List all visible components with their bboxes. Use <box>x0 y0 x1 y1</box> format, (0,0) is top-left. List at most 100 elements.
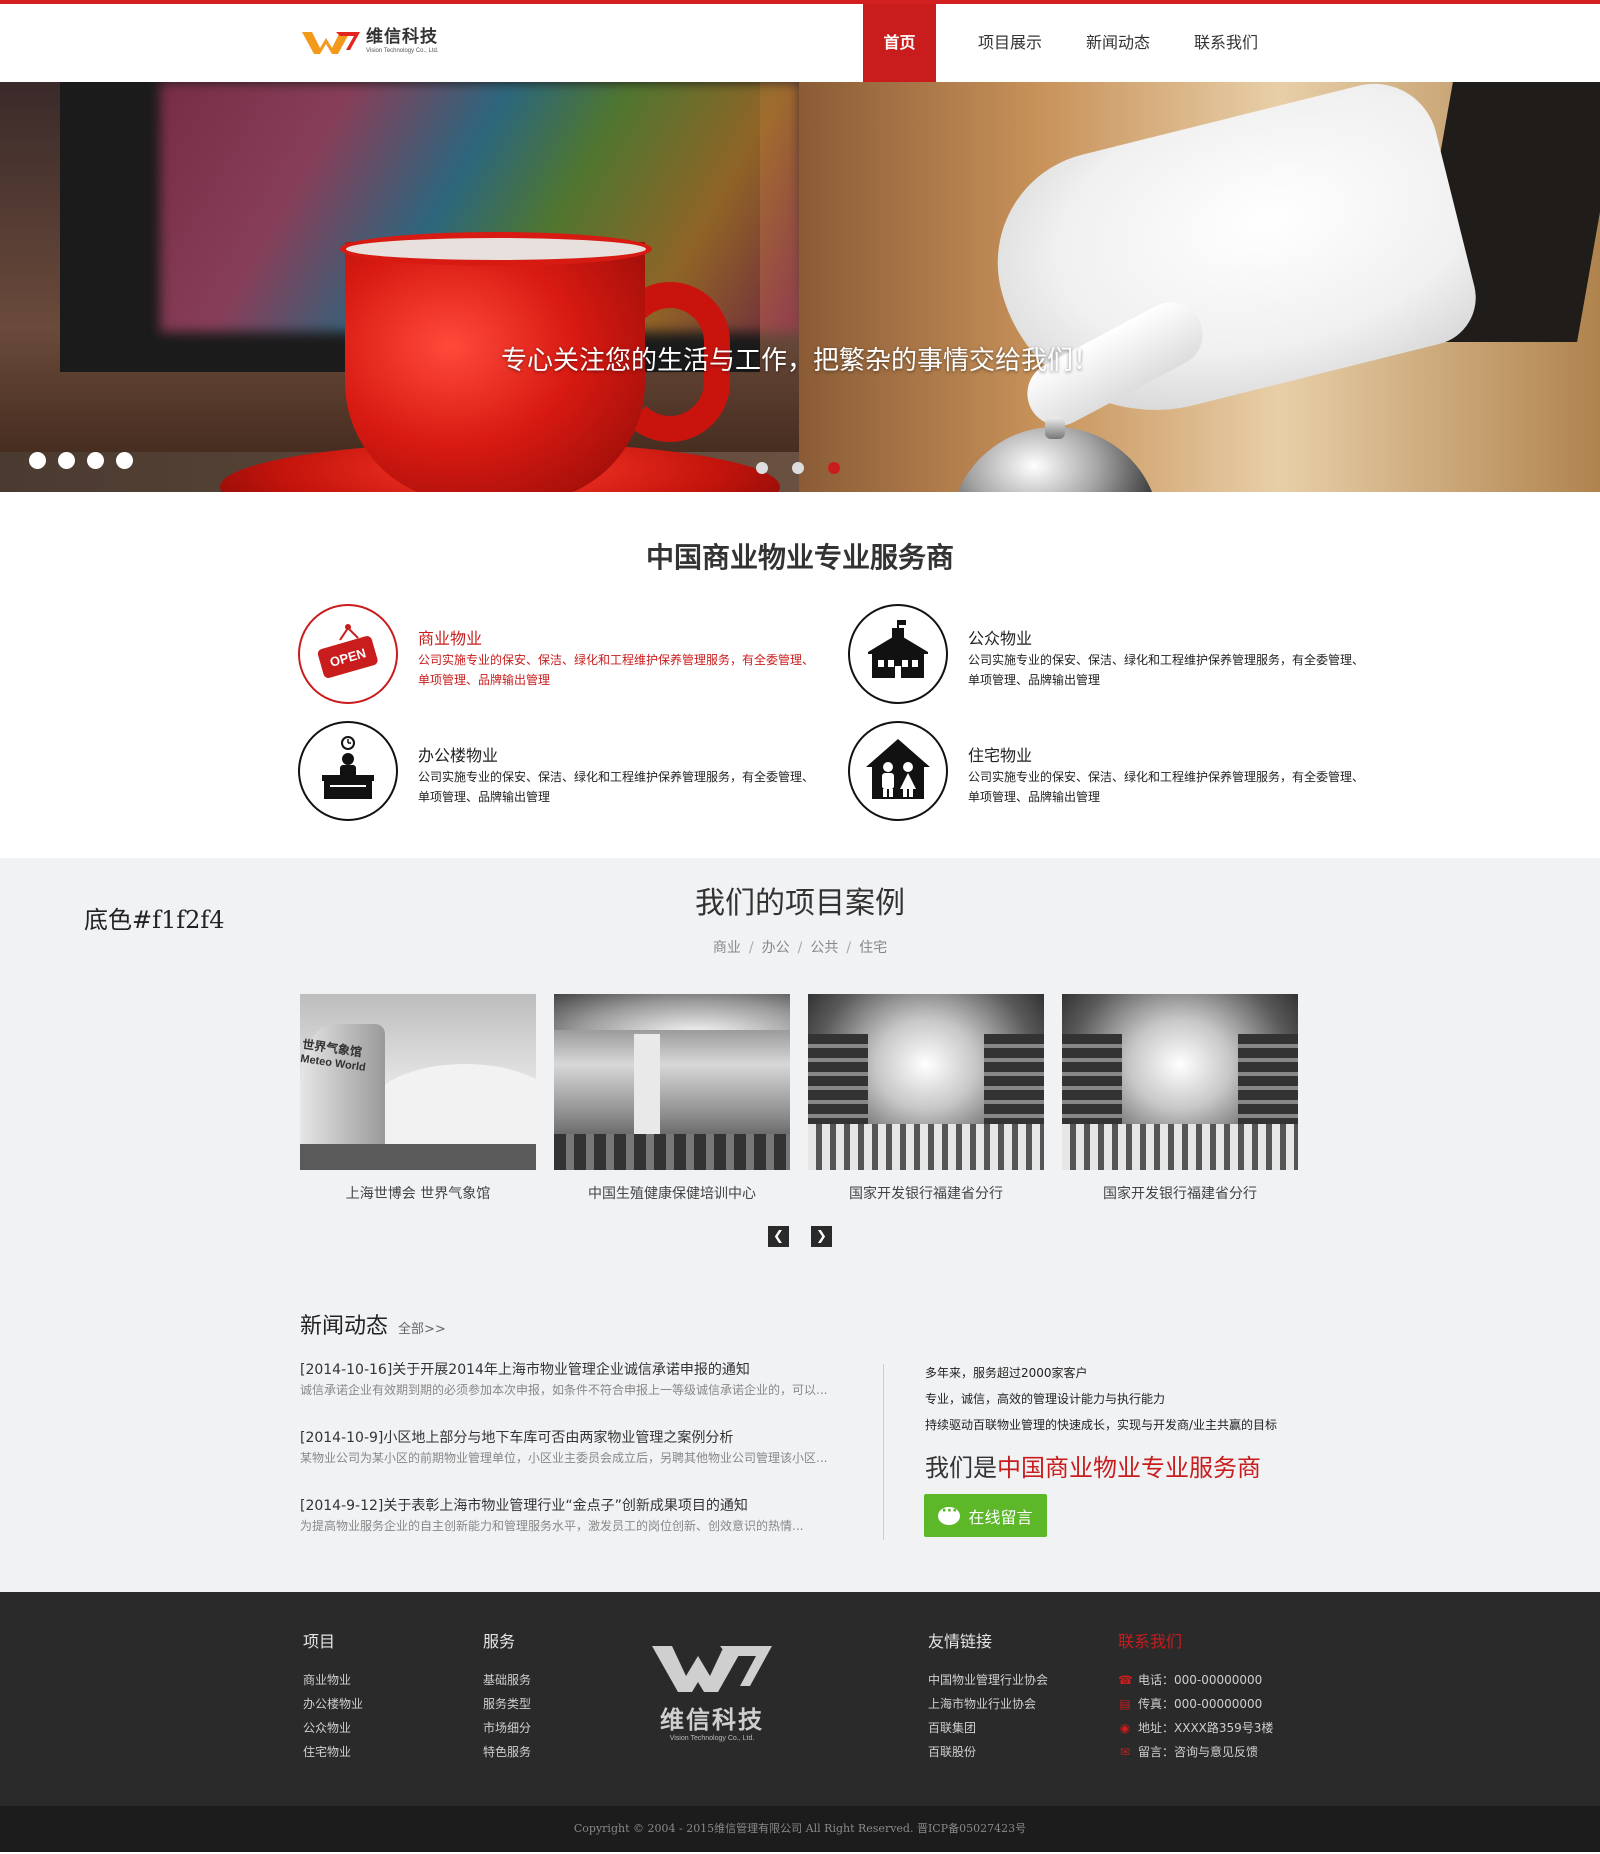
banner-caption: 专心关注您的生活与工作，把繁杂的事情交给我们！ <box>500 346 1099 376</box>
service-title: 住宅物业 <box>968 746 1033 765</box>
nav-projects[interactable]: 项目展示 <box>956 4 1064 82</box>
main-nav: 首页 项目展示 新闻动态 联系我们 <box>863 4 1280 82</box>
footer-link[interactable]: 特色服务 <box>483 1740 531 1764</box>
contact-fax: ▤ 传真：000-00000000 <box>1118 1692 1273 1716</box>
filter-public[interactable]: 公共 <box>810 940 838 956</box>
nav-contact[interactable]: 联系我们 <box>1172 4 1280 82</box>
service-title: 商业物业 <box>418 629 483 648</box>
footer-link[interactable]: 基础服务 <box>483 1668 531 1692</box>
footer-logo-mark-icon <box>652 1646 772 1692</box>
service-residential[interactable]: 住宅物业 公司实施专业的保安、保洁、绿化和工程维护保养管理服务，有全委管理、单项… <box>848 721 1368 821</box>
filter-office[interactable]: 办公 <box>762 940 790 956</box>
projects-title: 我们的项目案例 <box>695 886 905 921</box>
open-sign-icon: OPEN <box>298 604 398 704</box>
contact-text: 电话：000-00000000 <box>1138 1673 1263 1687</box>
carousel-prev-button[interactable]: ❮ <box>768 1226 789 1247</box>
project-card[interactable]: 国家开发银行福建省分行 <box>808 994 1044 1203</box>
banner-dot[interactable] <box>87 452 104 469</box>
logo-text: 维信科技 Vision Technology Co., Ltd. <box>366 27 439 55</box>
about-headline-highlight: 中国商业物业专业服务商 <box>997 1454 1261 1482</box>
news-more-link[interactable]: 全部>> <box>398 1318 446 1337</box>
banner-image-coffee-cup <box>0 82 799 492</box>
news-item[interactable]: [2014-10-16]关于开展2014年上海市物业管理企业诚信承诺申报的通知 … <box>300 1360 840 1428</box>
slider-dot-2[interactable] <box>792 462 804 474</box>
filter-commercial[interactable]: 商业 <box>713 940 741 956</box>
banner-bell-knob <box>1045 417 1065 439</box>
chevron-right-icon: ❯ <box>816 1229 827 1244</box>
service-commercial[interactable]: OPEN 商业物业 公司实施专业的保安、保洁、绿化和工程维护保养管理服务，有全委… <box>298 604 818 704</box>
news-header: 新闻动态 全部>> <box>300 1308 446 1340</box>
footer-link[interactable]: 服务类型 <box>483 1692 531 1716</box>
about-headline: 我们是中国商业物业专业服务商 <box>925 1448 1277 1483</box>
project-caption: 上海世博会 世界气象馆 <box>345 1186 491 1202</box>
banner-dot[interactable] <box>116 452 133 469</box>
header: 维信科技 Vision Technology Co., Ltd. 首页 项目展示… <box>0 4 1600 82</box>
footer-col-services: 服务 基础服务 服务类型 市场细分 特色服务 <box>483 1628 531 1764</box>
news-item-title[interactable]: [2014-10-16]关于开展2014年上海市物业管理企业诚信承诺申报的通知 <box>300 1360 840 1380</box>
service-desc: 公司实施专业的保安、保洁、绿化和工程维护保养管理服务，有全委管理、单项管理、品牌… <box>968 770 1365 804</box>
news-title: 新闻动态 <box>300 1314 389 1339</box>
nav-news[interactable]: 新闻动态 <box>1064 4 1172 82</box>
project-card[interactable]: 国家开发银行福建省分行 <box>1062 994 1298 1203</box>
school-building-icon <box>848 604 948 704</box>
hero-banner[interactable]: 专心关注您的生活与工作，把繁杂的事情交给我们！ <box>0 82 1600 492</box>
project-caption: 国家开发银行福建省分行 <box>1103 1186 1257 1202</box>
footer-link[interactable]: 市场细分 <box>483 1716 531 1740</box>
banner-dot[interactable] <box>29 452 46 469</box>
services-section: 中国商业物业专业服务商 OPEN 商业物业 公司实施专业的保安、保洁、绿化和工程… <box>0 492 1600 858</box>
logo[interactable]: 维信科技 Vision Technology Co., Ltd. <box>302 26 439 56</box>
footer-link[interactable]: 办公楼物业 <box>303 1692 363 1716</box>
contact-text: 留言：咨询与意见反馈 <box>1138 1745 1259 1759</box>
nav-home[interactable]: 首页 <box>863 4 936 82</box>
location-pin-icon: ◉ <box>1119 1721 1131 1735</box>
footer-logo-en: Vision Technology Co., Ltd. <box>669 1735 755 1742</box>
footer-link[interactable]: 中国物业管理行业协会 <box>928 1668 1048 1692</box>
project-image <box>554 994 790 1170</box>
slider-pagination <box>756 462 840 474</box>
footer-link[interactable]: 百联集团 <box>928 1716 1048 1740</box>
online-message-button[interactable]: 在线留言 <box>924 1494 1047 1537</box>
service-public[interactable]: 公众物业 公司实施专业的保安、保洁、绿化和工程维护保养管理服务，有全委管理、单项… <box>848 604 1368 704</box>
news-item-summary: 诚信承诺企业有效期到期的必须参加本次申报，如条件不符合申报上一等级诚信承诺企业的… <box>300 1383 828 1397</box>
slider-dot-3-active[interactable] <box>828 462 840 474</box>
contact-text: 地址：XXXX路359号3楼 <box>1138 1721 1274 1735</box>
footer-link[interactable]: 公众物业 <box>303 1716 363 1740</box>
news-divider <box>883 1364 884 1540</box>
page: 维信科技 Vision Technology Co., Ltd. 首页 项目展示… <box>0 0 1600 1854</box>
project-image <box>1062 994 1298 1170</box>
project-filters: 商业 / 办公 / 公共 / 住宅 <box>0 937 1600 957</box>
filter-separator: / <box>748 940 754 956</box>
news-item-title[interactable]: [2014-10-9]小区地上部分与地下车库可否由两家物业管理之案例分析 <box>300 1428 840 1448</box>
message-bubble-icon: ✉ <box>1119 1745 1131 1759</box>
project-card[interactable]: 世界气象馆 Meteo World 上海世博会 世界气象馆 <box>300 994 536 1203</box>
footer-link[interactable]: 住宅物业 <box>303 1740 363 1764</box>
footer: 项目 商业物业 办公楼物业 公众物业 住宅物业 服务 基础服务 服务类型 市场细… <box>0 1592 1600 1806</box>
chat-bubble-icon <box>938 1503 961 1525</box>
project-card[interactable]: 中国生殖健康保健培训中心 <box>554 994 790 1203</box>
footer-link[interactable]: 商业物业 <box>303 1668 363 1692</box>
news-list: [2014-10-16]关于开展2014年上海市物业管理企业诚信承诺申报的通知 … <box>300 1360 840 1564</box>
service-desc: 公司实施专业的保安、保洁、绿化和工程维护保养管理服务，有全委管理、单项管理、品牌… <box>968 653 1365 687</box>
footer-link[interactable]: 百联股份 <box>928 1740 1048 1764</box>
about-line: 持续驱动百联物业管理的快速成长，实现与开发商/业主共赢的目标 <box>925 1418 1278 1432</box>
news-item-title[interactable]: [2014-9-12]关于表彰上海市物业管理行业“金点子”创新成果项目的通知 <box>300 1496 840 1516</box>
contact-message[interactable]: ✉ 留言：咨询与意见反馈 <box>1118 1740 1273 1764</box>
services-title: 中国商业物业专业服务商 <box>645 541 954 574</box>
filter-separator: / <box>846 940 852 956</box>
footer-col-friends: 友情链接 中国物业管理行业协会 上海市物业行业协会 百联集团 百联股份 <box>928 1628 1048 1764</box>
service-office[interactable]: 办公楼物业 公司实施专业的保安、保洁、绿化和工程维护保养管理服务，有全委管理、单… <box>298 721 818 821</box>
news-item[interactable]: [2014-9-12]关于表彰上海市物业管理行业“金点子”创新成果项目的通知 为… <box>300 1496 840 1564</box>
carousel-next-button[interactable]: ❯ <box>811 1226 832 1247</box>
news-item-summary: 为提高物业服务企业的自主创新能力和管理服务水平，激发员工的岗位创新、创效意识的热… <box>300 1519 804 1533</box>
footer-col-title: 服务 <box>483 1632 516 1651</box>
slider-dot-1[interactable] <box>756 462 768 474</box>
about-line: 多年来，服务超过2000家客户 <box>925 1366 1088 1380</box>
about-block: 多年来，服务超过2000家客户 专业，诚信，高效的管理设计能力与执行能力 持续驱… <box>925 1360 1277 1483</box>
contact-address: ◉ 地址：XXXX路359号3楼 <box>1118 1716 1274 1740</box>
filter-residential[interactable]: 住宅 <box>859 940 887 956</box>
project-image: 世界气象馆 Meteo World <box>300 994 536 1170</box>
footer-link[interactable]: 上海市物业行业协会 <box>928 1692 1048 1716</box>
news-item[interactable]: [2014-10-9]小区地上部分与地下车库可否由两家物业管理之案例分析 某物业… <box>300 1428 840 1496</box>
logo-mark-icon <box>302 32 360 54</box>
banner-dot[interactable] <box>58 452 75 469</box>
